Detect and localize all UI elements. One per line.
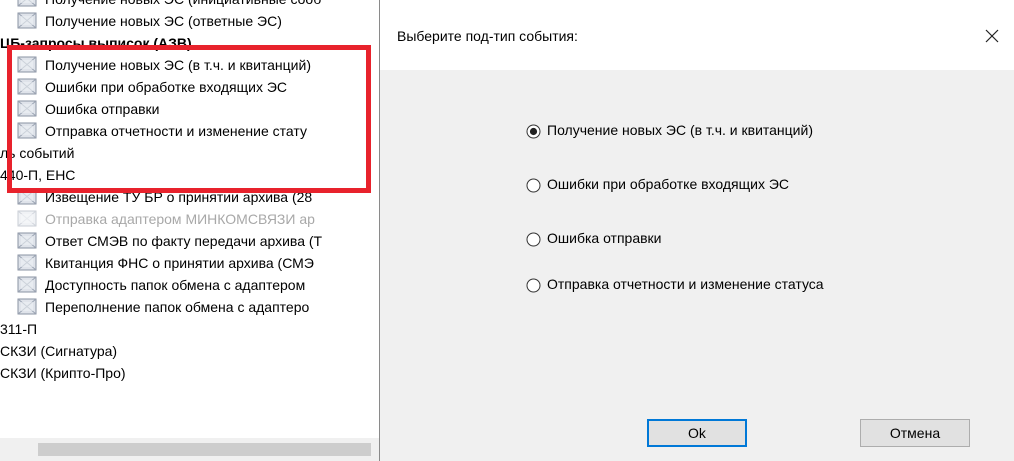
radio-option-report-status[interactable]: Отправка отчетности и изменение статуса [526,272,824,296]
cancel-button[interactable]: Отмена [860,419,970,447]
tree-group-item[interactable]: СКЗИ (Крипто-Про) [0,362,126,384]
tree-item-label: Получение новых ЭС (ответные ЭС) [45,13,282,29]
leaf-icon [17,12,37,29]
tree-leaf-item[interactable]: Квитанция ФНС о принятии архива (СМЭ [17,252,314,274]
radio-label: Отправка отчетности и изменение статуса [547,276,824,292]
leaf-icon [17,254,37,271]
leaf-icon [17,210,37,227]
leaf-icon [17,0,37,7]
tree-leaf-item[interactable]: Переполнение папок обмена с адаптеро [17,296,309,318]
highlight-box [7,45,371,193]
radio-option-incoming-errors[interactable]: Ошибки при обработке входящих ЭС [526,172,789,196]
radio-unselected-icon[interactable] [526,276,541,293]
scrollbar-thumb[interactable] [38,443,371,456]
leaf-icon [17,232,37,249]
tree-item-label: СКЗИ (Крипто-Про) [0,365,126,381]
tree-item-label: 311-П [0,321,38,337]
tree-item-label: СКЗИ (Сигнатура) [0,343,118,359]
tree-item-label: Доступность папок обмена с адаптером [45,277,306,293]
ok-button[interactable]: Ok [647,419,747,447]
radio-label: Ошибки при обработке входящих ЭС [547,176,790,192]
tree-item-label: Отправка адаптером МИНКОМСВЯЗИ ар [45,211,315,227]
tree-group-item[interactable]: 311-П [0,318,37,340]
tree-leaf-item[interactable]: Отправка адаптером МИНКОМСВЯЗИ ар [17,208,315,230]
tree-item-label: Получение новых ЭС (инициативные сооб [45,0,321,10]
close-button[interactable] [974,18,1008,52]
horizontal-scrollbar[interactable] [0,438,390,461]
dialog-title: Выберите под-тип события: [397,28,578,44]
tree-leaf-item[interactable]: Доступность папок обмена с адаптером [17,274,305,296]
tree-leaf-item[interactable]: Получение новых ЭС (ответные ЭС) [17,10,282,32]
tree-leaf-item[interactable]: Ответ СМЭВ по факту передачи архива (Т [17,230,322,252]
radio-option-send-error[interactable]: Ошибка отправки [526,226,662,250]
radio-label: Получение новых ЭС (в т.ч. и квитанций) [547,122,813,138]
tree-item-label: Квитанция ФНС о принятии архива (СМЭ [45,255,314,271]
radio-selected-icon[interactable] [526,122,541,139]
radio-unselected-icon[interactable] [526,230,541,247]
dialog-titlebar: Выберите под-тип события: [380,0,1014,70]
tree-leaf-item[interactable]: Получение новых ЭС (инициативные сооб [17,0,321,10]
leaf-icon [17,276,37,293]
close-icon [985,29,999,43]
leaf-icon [17,298,37,315]
tree-item-label: Переполнение папок обмена с адаптеро [45,299,310,315]
event-tree: Получение новых ЭС (инициативные сооб Пол… [0,0,390,461]
tree-item-label: Ответ СМЭВ по факту передачи архива (Т [45,233,323,249]
subtype-dialog: Выберите под-тип события: Получение новы… [379,0,1014,461]
radio-unselected-icon[interactable] [526,176,541,193]
tree-group-item[interactable]: СКЗИ (Сигнатура) [0,340,117,362]
radio-label: Ошибка отправки [547,230,662,246]
radio-option-new-es[interactable]: Получение новых ЭС (в т.ч. и квитанций) [526,118,813,142]
